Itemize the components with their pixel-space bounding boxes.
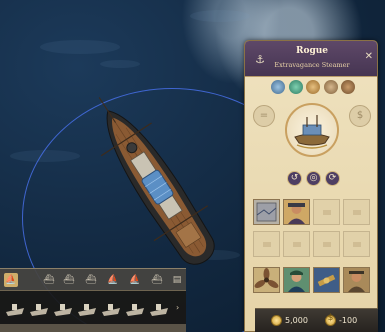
empty-item-slot[interactable]	[343, 231, 370, 257]
fleet-ship-item[interactable]	[4, 296, 26, 320]
compass-icon[interactable]	[323, 80, 338, 94]
empty-item-slot[interactable]	[343, 199, 370, 225]
officer-item-icon	[348, 271, 365, 292]
map-item-icon	[256, 202, 277, 222]
telescope-item-slot[interactable]	[313, 267, 340, 293]
slot-placeholder	[353, 242, 361, 247]
repeat-icon: ⟳	[328, 173, 337, 183]
fleet-ship-item[interactable]	[52, 296, 74, 320]
cog-icon[interactable]	[341, 80, 355, 94]
attribute-row	[271, 80, 355, 96]
ship-portrait[interactable]	[285, 103, 339, 157]
upkeep-glyph: $	[327, 313, 334, 323]
propeller-icon[interactable]	[271, 80, 285, 94]
empty-item-slot[interactable]	[313, 199, 340, 225]
slot-placeholder	[293, 242, 301, 247]
slot-placeholder	[323, 210, 331, 215]
ship-type: Extravagance Steamer	[274, 61, 350, 69]
sailor-item-slot[interactable]	[283, 267, 310, 293]
economy-bar: 5,000 $ -100	[255, 308, 378, 332]
ship-info-panel: ⚓ Rogue Extravagance Steamer ✕ = $ ↺ ◎ ⟳	[244, 40, 378, 332]
clipper-tab-icon[interactable]: ⛵	[128, 273, 142, 287]
return-icon: ↺	[290, 173, 299, 183]
slot-placeholder	[353, 210, 361, 215]
equals-icon: =	[259, 110, 269, 121]
captain-item-slot[interactable]	[283, 199, 310, 225]
fleet-footer	[0, 324, 186, 332]
propeller-item-slot[interactable]	[253, 267, 280, 293]
ship-name[interactable]: Rogue	[265, 46, 359, 56]
dollar-icon: $	[356, 110, 364, 121]
target-button[interactable]: ◎	[306, 171, 321, 186]
propeller-item-icon	[254, 268, 279, 288]
fleet-ship-item[interactable]	[124, 296, 146, 320]
target-icon: ◎	[309, 173, 318, 183]
return-button[interactable]: ↺	[287, 171, 302, 186]
map-item-slot[interactable]	[253, 199, 280, 225]
fleet-ship-list: ›	[0, 290, 186, 324]
sailing-ship-tab-icon[interactable]: ⛵	[106, 273, 120, 287]
officer-item-slot[interactable]	[343, 267, 370, 293]
fleet-ship-item[interactable]	[76, 296, 98, 320]
fleet-ship-item[interactable]	[100, 296, 122, 320]
cargo-icon[interactable]	[306, 80, 320, 94]
equals-button[interactable]: =	[253, 105, 275, 127]
dollar-button[interactable]: $	[349, 105, 371, 127]
steamer-tab-icon[interactable]: ⛴	[84, 273, 98, 287]
fleet-ship-item[interactable]	[148, 296, 170, 320]
cargo-ship-tab-icon[interactable]: ⛴	[42, 273, 56, 287]
telescope-item-icon	[317, 274, 336, 287]
trade-ship-tab-icon[interactable]: ⛴	[150, 273, 164, 287]
worker-icon[interactable]	[288, 80, 303, 94]
statistics-tab-icon[interactable]: ▤	[170, 273, 184, 287]
empty-item-slot[interactable]	[253, 231, 280, 257]
repeat-button[interactable]: ⟳	[325, 171, 340, 186]
empty-item-slot[interactable]	[283, 231, 310, 257]
fleet-scroll-right-icon[interactable]: ›	[176, 303, 179, 312]
fleet-ship-item[interactable]	[28, 296, 50, 320]
sailor-item-icon	[288, 270, 305, 292]
panel-header: ⚓ Rogue Extravagance Steamer ✕	[245, 41, 377, 77]
empty-item-slot[interactable]	[313, 231, 340, 257]
all-ships-tab-icon[interactable]: ⛵	[4, 273, 18, 287]
slot-placeholder	[323, 242, 331, 247]
ship-upkeep: -100	[339, 316, 358, 325]
fleet-tab-bar: ⛵ ⛴ ⛴ ⛴ ⛵ ⛵ ⛴ ▤	[0, 268, 186, 290]
gold-coin-icon	[271, 315, 282, 326]
slot-placeholder	[263, 242, 271, 247]
close-icon[interactable]: ✕	[365, 51, 373, 63]
warship-tab-icon[interactable]: ⛴	[62, 273, 76, 287]
ship-value: 5,000	[285, 316, 308, 325]
captain-item-icon	[288, 203, 305, 224]
ship-portrait-icon	[294, 115, 330, 149]
